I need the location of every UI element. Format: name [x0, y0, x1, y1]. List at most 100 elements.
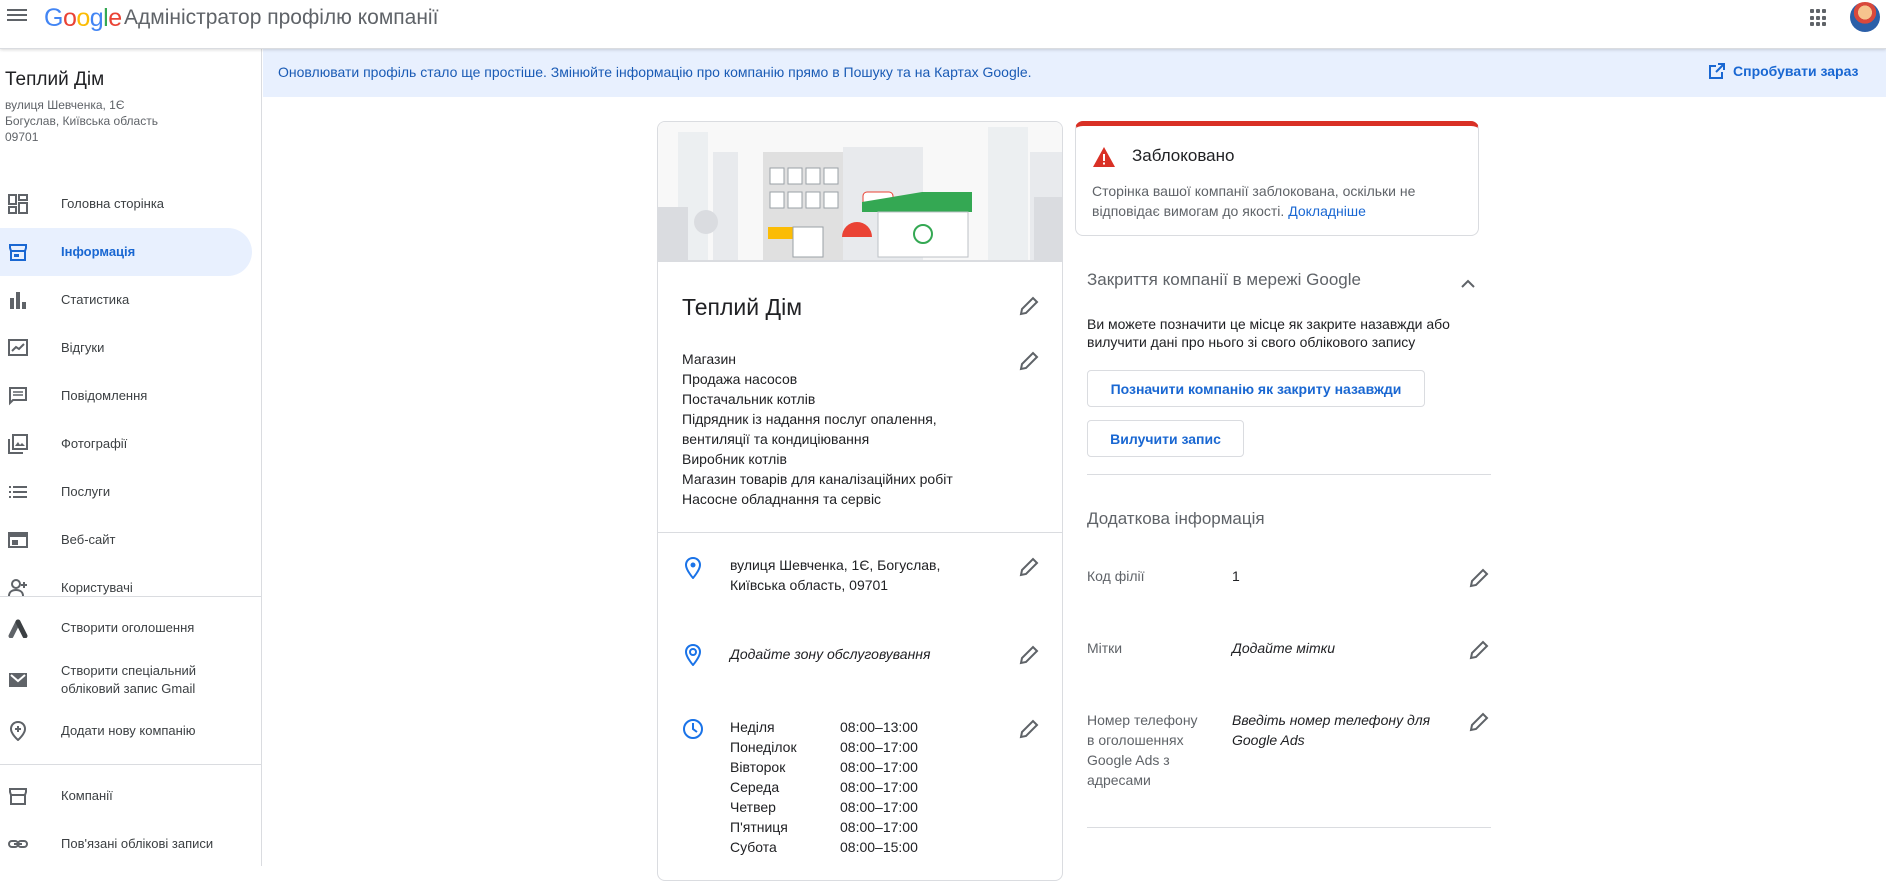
sidebar-item-services[interactable]: Послуги	[0, 468, 252, 516]
sidebar-item-reviews[interactable]: Відгуки	[0, 324, 252, 372]
labels-value[interactable]: Додайте мітки	[1232, 638, 1442, 658]
category-item: Насосне обладнання та сервіс	[682, 491, 882, 507]
warning-icon	[1093, 147, 1115, 167]
service-area-icon	[684, 644, 702, 666]
hours-row: Четвер 08:00–17:00	[730, 799, 918, 815]
sidebar-item-label: Відгуки	[61, 340, 105, 355]
edit-ads-phone-icon[interactable]	[1468, 711, 1490, 733]
sidebar-divider	[0, 596, 262, 597]
section-divider	[1087, 474, 1491, 475]
remove-listing-button[interactable]: Вилучити запис	[1087, 420, 1244, 457]
sidebar-item-label: Повідомлення	[61, 388, 148, 403]
app-title: Адміністратор профілю компанії	[124, 6, 439, 29]
ads-phone-value[interactable]: Введіть номер телефону для Google Ads	[1232, 710, 1442, 750]
storefront-illustration	[658, 122, 1062, 262]
photos-icon	[8, 434, 28, 454]
learn-more-link[interactable]: Докладніше	[1288, 203, 1366, 219]
add-person-icon	[8, 579, 27, 597]
sidebar-item-create-ad[interactable]: Створити оголошення	[0, 604, 252, 652]
ads-phone-label: Номер телефону в оголошеннях Google Ads …	[1087, 712, 1198, 788]
sidebar-item-gmail[interactable]: Створити спеціальний обліковий запис Gmai…	[0, 652, 252, 708]
sidebar-item-website[interactable]: Веб-сайт	[0, 516, 252, 564]
category-list: Магазин Продажа насосов Постачальник кот…	[682, 349, 953, 509]
additional-info-title: Додаткова інформація	[1087, 509, 1265, 528]
sidebar-item-label: Статистика	[61, 292, 130, 307]
sidebar-item-label: Послуги	[61, 484, 111, 499]
address-text: вулиця Шевченка, 1Є, Богуслав, Київська …	[730, 557, 941, 593]
edit-name-icon[interactable]	[1018, 295, 1040, 317]
account-avatar[interactable]	[1850, 2, 1880, 32]
add-location-icon	[9, 721, 27, 741]
sidebar-divider	[0, 764, 262, 765]
category-item: Продажа насосов	[682, 371, 798, 387]
category-item: Магазин	[682, 351, 737, 367]
try-now-link[interactable]: Спробувати зараз	[1709, 63, 1859, 79]
category-item: Магазин товарів для каналізаційних робіт	[682, 471, 953, 487]
sidebar-item-label: Головна сторінка	[61, 196, 165, 211]
sidebar-item-stats[interactable]: Статистика	[0, 276, 252, 324]
edit-address-icon[interactable]	[1018, 556, 1040, 578]
sidebar-item-businesses[interactable]: Компанії	[0, 772, 252, 820]
alert-body: Сторінка вашої компанії заблокована, оск…	[1092, 183, 1416, 219]
sidebar-item-label: Пов'язані облікові записи	[61, 836, 214, 851]
category-item: Підрядник із надання послуг опалення,	[682, 411, 937, 427]
labels-label: Мітки	[1087, 640, 1123, 656]
section-divider	[1087, 827, 1491, 828]
sidebar-item-label: Створити спеціальний обліковий запис Gmai…	[61, 663, 197, 696]
link-icon	[8, 840, 28, 848]
message-icon	[9, 387, 27, 406]
business-title: Теплий Дім	[682, 294, 803, 320]
reviews-icon	[8, 339, 28, 356]
clock-icon	[683, 719, 703, 739]
sidebar-item-linked-accounts[interactable]: Пов'язані облікові записи	[0, 820, 252, 868]
ads-icon	[8, 619, 28, 638]
blocked-alert: Заблоковано Сторінка вашої компанії забл…	[1075, 121, 1479, 236]
google-logo[interactable]: Google	[44, 4, 122, 33]
update-banner: Оновлювати профіль стало ще простіше. Зм…	[263, 49, 1886, 97]
open-in-new-icon	[1709, 63, 1725, 79]
sidebar-business-name: Теплий Дім	[5, 69, 105, 90]
sidebar: Теплий Дім вулиця Шевченка, 1Є Богуслав,…	[0, 49, 262, 866]
sidebar-item-messages[interactable]: Повідомлення	[0, 372, 252, 420]
hamburger-menu-icon[interactable]	[7, 6, 27, 26]
website-icon	[8, 532, 28, 548]
category-item: Постачальник котлів	[682, 391, 816, 407]
sidebar-item-photos[interactable]: Фотографії	[0, 420, 252, 468]
list-icon	[9, 486, 27, 498]
service-area-placeholder[interactable]: Додайте зону обслуговування	[730, 644, 930, 664]
closure-section-title: Закриття компанії в мережі Google	[1087, 270, 1361, 289]
store-code-label: Код філії	[1087, 568, 1145, 584]
edit-service-area-icon[interactable]	[1018, 644, 1040, 666]
apps-grid-icon[interactable]	[1810, 9, 1828, 27]
sidebar-item-label: Створити оголошення	[61, 620, 195, 635]
bar-chart-icon	[10, 292, 26, 309]
chevron-up-icon[interactable]	[1457, 273, 1479, 295]
sidebar-item-info[interactable]: Інформація	[0, 228, 252, 276]
banner-text: Оновлювати профіль стало ще простіше. Зм…	[278, 64, 1032, 80]
hours-row: Понеділок 08:00–17:00	[730, 739, 918, 755]
opening-hours: Неділя 08:00–13:00 Понеділок 08:00–17:00 В…	[730, 717, 918, 857]
top-app-bar: Google Адміністратор профілю компанії	[0, 0, 1886, 49]
mark-closed-button[interactable]: Позначити компанію як закриту назавжди	[1087, 370, 1425, 407]
alert-title: Заблоковано	[1132, 146, 1235, 165]
hours-row: Вівторок 08:00–17:00	[730, 759, 918, 775]
store-icon	[9, 788, 27, 805]
category-item: Виробник котлів	[682, 451, 787, 467]
hours-row: Неділя 08:00–13:00	[730, 719, 918, 735]
hours-row: Середа 08:00–17:00	[730, 779, 918, 795]
store-code-value: 1	[1232, 568, 1240, 584]
sidebar-item-label: Фотографії	[61, 436, 128, 451]
sidebar-item-label: Додати нову компанію	[61, 723, 196, 738]
storefront-icon	[9, 244, 27, 261]
edit-hours-icon[interactable]	[1018, 718, 1040, 740]
edit-labels-icon[interactable]	[1468, 639, 1490, 661]
location-pin-icon	[684, 557, 702, 579]
gmail-icon	[9, 673, 27, 687]
edit-categories-icon[interactable]	[1018, 350, 1040, 372]
card-divider	[658, 532, 1062, 533]
sidebar-item-add-business[interactable]: Додати нову компанію	[0, 707, 252, 755]
sidebar-item-home[interactable]: Головна сторінка	[0, 180, 252, 228]
closure-description: Ви можете позначити це місце як закрите …	[1087, 316, 1450, 350]
edit-store-code-icon[interactable]	[1468, 567, 1490, 589]
sidebar-item-label: Веб-сайт	[61, 532, 116, 547]
